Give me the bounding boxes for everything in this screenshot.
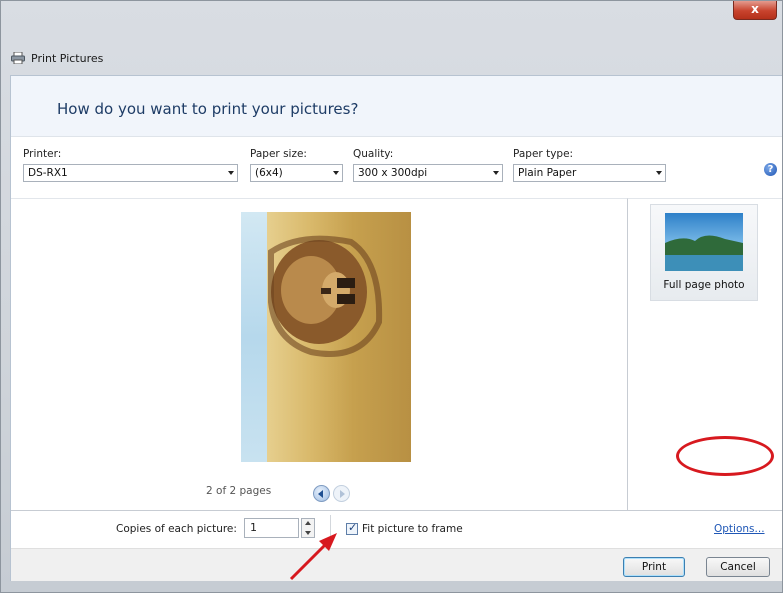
window-title: Print Pictures [31,51,104,65]
chevron-down-icon [228,171,234,175]
help-icon[interactable]: ? [764,163,777,176]
printer-dropdown[interactable]: DS-RX1 [23,164,238,182]
quality-value: 300 x 300dpi [358,167,428,179]
quality-dropdown[interactable]: 300 x 300dpi [353,164,503,182]
paper-type-value: Plain Paper [518,167,577,179]
options-link[interactable]: Options... [714,523,765,535]
cancel-button[interactable]: Cancel [706,557,770,577]
printer-icon [11,51,25,65]
previous-page-button[interactable] [313,485,330,502]
chevron-down-icon [493,171,499,175]
page-indicator: 2 of 2 pages [206,485,272,497]
check-icon: ✓ [348,521,358,534]
button-bar: Print Cancel [11,548,782,581]
layout-caption: Full page photo [663,279,745,291]
paper-type-dropdown[interactable]: Plain Paper [513,164,666,182]
lion-shape [268,235,383,357]
chevron-down-icon [656,171,662,175]
copies-label: Copies of each picture: [116,523,237,535]
paper-size-label: Paper size: [250,148,307,160]
printer-value: DS-RX1 [28,167,68,179]
quality-label: Quality: [353,148,394,160]
layout-thumbnail-image [665,213,743,271]
preview-photo [241,212,411,462]
annotation-ellipse [676,436,774,476]
next-page-button[interactable] [333,485,350,502]
printer-label: Printer: [23,148,62,160]
layout-thumbnail[interactable]: Full page photo [650,204,758,301]
paper-size-value: (6x4) [255,167,283,179]
paper-size-dropdown[interactable]: (6x4) [250,164,343,182]
paper-type-label: Paper type: [513,148,574,160]
title-bar: Print Pictures [11,49,103,67]
print-button[interactable]: Print [623,557,685,577]
dialog-body: How do you want to print your pictures? … [10,75,782,581]
chevron-down-icon [333,171,339,175]
dialog-heading: How do you want to print your pictures? [57,100,359,118]
print-preview-area: 2 of 2 pages [11,198,627,511]
fit-to-frame-label[interactable]: Fit picture to frame [362,523,463,535]
header-band: How do you want to print your pictures? [11,76,782,137]
close-button[interactable]: x [733,1,777,20]
options-bar: Copies of each picture: 1 ✓ Fit picture … [11,510,782,549]
annotation-arrow [289,533,337,581]
